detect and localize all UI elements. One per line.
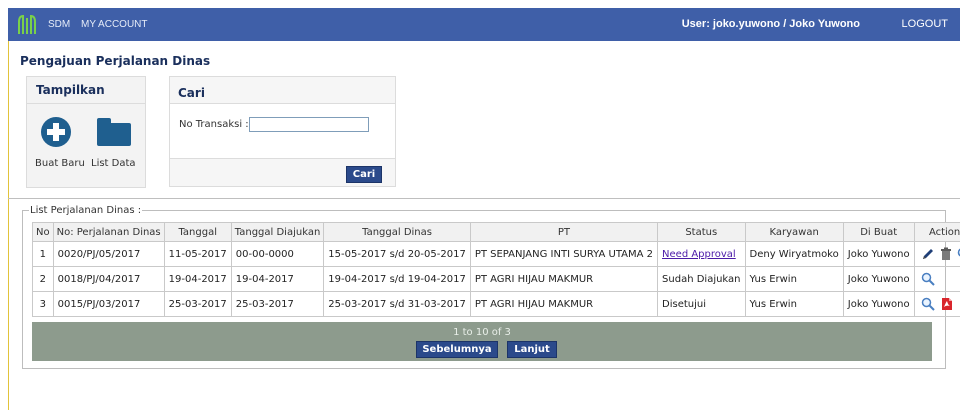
cell-nomor: 0015/PJ/03/2017 <box>52 291 165 317</box>
list-legend: List Perjalanan Dinas : <box>30 205 142 216</box>
cell-diajukan: 00-00-0000 <box>230 241 325 267</box>
search-icon[interactable] <box>921 297 935 311</box>
user-info: User: joko.yuwono / Joko Yuwono <box>681 18 860 30</box>
search-icon[interactable] <box>957 247 960 261</box>
edit-icon[interactable] <box>921 247 935 261</box>
cell-pt: PT SEPANJANG INTI SURYA UTAMA 2 <box>469 241 659 267</box>
need-approval-link[interactable]: Need Approval <box>662 249 736 260</box>
col-nomor: No: Perjalanan Dinas <box>52 222 165 242</box>
tampilkan-title: Tampilkan <box>36 83 105 97</box>
perjalanan-table: No No: Perjalanan Dinas Tanggal Tanggal … <box>32 222 960 317</box>
col-pt: PT <box>469 222 659 242</box>
col-dibuat: Di Buat <box>842 222 915 242</box>
cari-button[interactable]: Cari <box>346 166 382 183</box>
pagination-text: 1 to 10 of 3 <box>453 327 511 338</box>
cell-pt: PT AGRI HIJAU MAKMUR <box>469 291 659 317</box>
search-icon[interactable] <box>921 272 935 286</box>
logout-link[interactable]: LOGOUT <box>902 18 948 30</box>
cari-panel: Cari No Transaksi : Cari <box>169 76 396 187</box>
col-diajukan: Tanggal Diajukan <box>230 222 325 242</box>
cell-karyawan: Yus Erwin <box>744 266 844 292</box>
lanjut-button[interactable]: Lanjut <box>507 341 557 358</box>
col-dinas: Tanggal Dinas <box>323 222 471 242</box>
cell-no: 3 <box>32 291 54 317</box>
cell-tanggal: 11-05-2017 <box>163 241 232 267</box>
cari-form: No Transaksi : <box>170 103 395 159</box>
folder-icon[interactable] <box>97 118 131 146</box>
divider <box>27 103 145 104</box>
cell-diajukan: 19-04-2017 <box>230 266 325 292</box>
nav-sdm[interactable]: SDM <box>48 19 70 30</box>
pdf-icon[interactable] <box>940 297 954 311</box>
table-header-row: No No: Perjalanan Dinas Tanggal Tanggal … <box>32 222 960 242</box>
cell-status: Need Approval <box>657 241 746 267</box>
col-karyawan: Karyawan <box>744 222 844 242</box>
cell-status: Sudah Diajukan <box>657 266 746 292</box>
col-tanggal: Tanggal <box>163 222 232 242</box>
cell-diajukan: 25-03-2017 <box>230 291 325 317</box>
tampilkan-panel: Tampilkan Buat Baru List Data <box>26 76 146 188</box>
col-status: Status <box>657 222 746 242</box>
cell-pt: PT AGRI HIJAU MAKMUR <box>469 266 659 292</box>
logo-icon <box>18 14 36 34</box>
cell-action <box>913 291 960 317</box>
list-data-link[interactable]: List Data <box>91 158 136 169</box>
table-row: 1 0020/PJ/05/2017 11-05-2017 00-00-0000 … <box>32 241 960 267</box>
cell-dibuat: Joko Yuwono <box>842 241 915 267</box>
table-row: 2 0018/PJ/04/2017 19-04-2017 19-04-2017 … <box>32 266 960 292</box>
cell-tanggal: 25-03-2017 <box>163 291 232 317</box>
cell-tanggal: 19-04-2017 <box>163 266 232 292</box>
cell-dinas: 19-04-2017 s/d 19-04-2017 <box>323 266 471 292</box>
cell-status: Disetujui <box>657 291 746 317</box>
cell-nomor: 0018/PJ/04/2017 <box>52 266 165 292</box>
table-row: 3 0015/PJ/03/2017 25-03-2017 25-03-2017 … <box>32 291 960 317</box>
divider <box>8 198 960 199</box>
cell-action <box>913 266 960 292</box>
no-transaksi-label: No Transaksi : <box>179 119 249 130</box>
cell-no: 2 <box>32 266 54 292</box>
cell-dinas: 15-05-2017 s/d 20-05-2017 <box>323 241 471 267</box>
pagination-bar: 1 to 10 of 3 Sebelumnya Lanjut <box>32 322 932 361</box>
nav-my-account[interactable]: MY ACCOUNT <box>81 19 148 30</box>
cell-action <box>913 241 960 267</box>
buat-baru-link[interactable]: Buat Baru <box>35 158 85 169</box>
cell-karyawan: Deny Wiryatmoko <box>744 241 844 267</box>
sebelumnya-button[interactable]: Sebelumnya <box>416 341 498 358</box>
page-title: Pengajuan Perjalanan Dinas <box>20 54 211 68</box>
col-action: Action <box>913 222 960 242</box>
col-no: No <box>32 222 54 242</box>
left-border <box>8 41 9 410</box>
top-navigation-bar: SDM MY ACCOUNT User: joko.yuwono / Joko … <box>8 8 960 41</box>
no-transaksi-input[interactable] <box>249 117 369 132</box>
cell-no: 1 <box>32 241 54 267</box>
cell-karyawan: Yus Erwin <box>744 291 844 317</box>
cell-dibuat: Joko Yuwono <box>842 291 915 317</box>
cell-dibuat: Joko Yuwono <box>842 266 915 292</box>
trash-icon[interactable] <box>940 247 952 261</box>
cell-nomor: 0020/PJ/05/2017 <box>52 241 165 267</box>
cell-dinas: 25-03-2017 s/d 31-03-2017 <box>323 291 471 317</box>
add-circle-icon[interactable] <box>41 117 71 147</box>
cari-title: Cari <box>178 86 205 100</box>
